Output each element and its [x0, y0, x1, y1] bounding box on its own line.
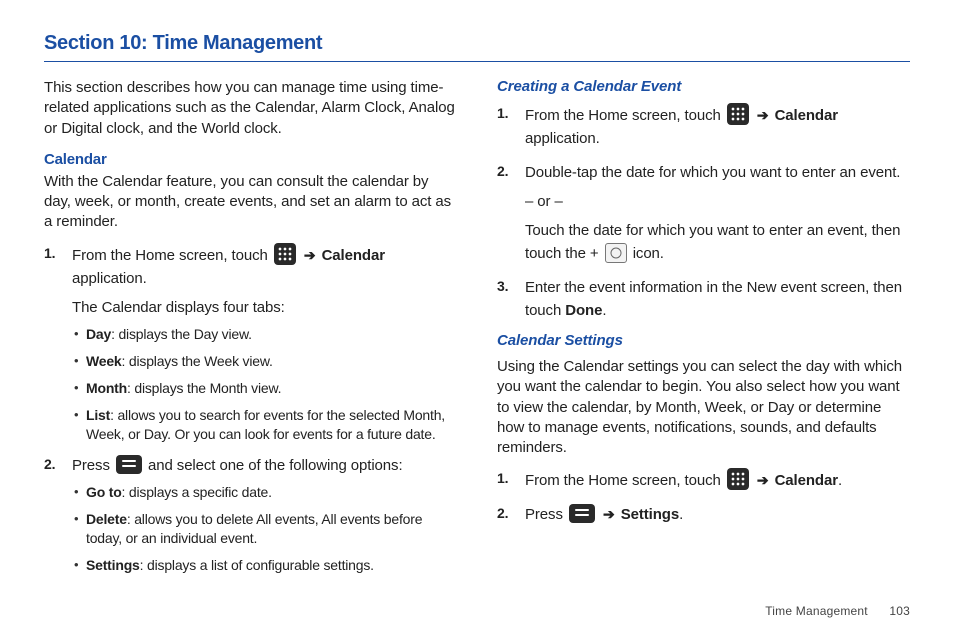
arrow-icon: ➔: [304, 245, 316, 267]
bullet-delete: Delete: allows you to delete All events,…: [86, 510, 457, 548]
creating-event-steps: 1. From the Home screen, touch ➔ Calenda…: [497, 103, 910, 322]
arrow-icon: ➔: [603, 504, 615, 526]
bullet-week: Week: displays the Week view.: [86, 352, 457, 371]
intro-text: This section describes how you can manag…: [44, 78, 457, 139]
apps-grid-icon: [274, 243, 296, 265]
section-title: Section 10: Time Management: [44, 32, 910, 55]
creating-event-heading: Creating a Calendar Event: [497, 78, 910, 95]
step2-pre: Press: [72, 457, 114, 474]
plus-ring-icon: [605, 243, 627, 263]
right-column: Creating a Calendar Event 1. From the Ho…: [497, 78, 910, 585]
c2-b-pre: Touch the date for which you want to ent…: [525, 222, 900, 262]
step2-post: and select one of the following options:: [148, 457, 403, 474]
calendar-settings-intro: Using the Calendar settings you can sele…: [497, 357, 910, 458]
create-step-2: 2. Double-tap the date for which you wan…: [525, 161, 910, 266]
create-step-3: 3. Enter the event information in the Ne…: [525, 276, 910, 323]
apps-grid-icon: [727, 468, 749, 490]
arrow-icon: ➔: [757, 105, 769, 127]
s1-post: .: [838, 472, 842, 489]
option-bullets: Go to: displays a specific date. Delete:…: [72, 483, 457, 575]
bullet-month: Month: displays the Month view.: [86, 379, 457, 398]
c1-pre: From the Home screen, touch: [525, 107, 725, 124]
bullet-day: Day: displays the Day view.: [86, 325, 457, 344]
c3-post: .: [602, 302, 606, 319]
two-column-layout: This section describes how you can manag…: [44, 78, 910, 585]
apps-grid-icon: [727, 103, 749, 125]
s2-pre: Press: [525, 506, 567, 523]
menu-icon: [569, 504, 595, 523]
bullet-settings: Settings: displays a list of configurabl…: [86, 556, 457, 575]
c2-a: Double-tap the date for which you want t…: [525, 164, 900, 181]
bullet-list: List: allows you to search for events fo…: [86, 406, 457, 444]
left-column: This section describes how you can manag…: [44, 78, 457, 585]
c2-b-post: icon.: [633, 245, 664, 262]
section-rule: [44, 61, 910, 62]
settings-step-2: 2. Press ➔ Settings.: [525, 503, 910, 526]
calendar-word: Calendar: [775, 472, 838, 489]
menu-icon: [116, 455, 142, 474]
calendar-settings-heading: Calendar Settings: [497, 332, 910, 349]
arrow-icon: ➔: [757, 470, 769, 492]
step1-pre: From the Home screen, touch: [72, 247, 272, 264]
create-step-1: 1. From the Home screen, touch ➔ Calenda…: [525, 103, 910, 151]
footer-label: Time Management: [765, 604, 868, 618]
c1-post: application.: [525, 130, 600, 147]
calendar-heading: Calendar: [44, 151, 457, 168]
page-number: 103: [889, 604, 910, 618]
calendar-word: Calendar: [322, 247, 385, 264]
calendar-word: Calendar: [775, 107, 838, 124]
tab-bullets: Day: displays the Day view. Week: displa…: [72, 325, 457, 443]
calendar-step-2: 2. Press and select one of the following…: [72, 454, 457, 575]
s2-post: .: [679, 506, 683, 523]
calendar-settings-steps: 1. From the Home screen, touch ➔ Calenda…: [497, 468, 910, 526]
done-word: Done: [565, 302, 602, 319]
settings-step-1: 1. From the Home screen, touch ➔ Calenda…: [525, 468, 910, 492]
bullet-goto: Go to: displays a specific date.: [86, 483, 457, 502]
or-divider: – or –: [525, 190, 910, 213]
step1-post: application.: [72, 270, 147, 287]
calendar-intro: With the Calendar feature, you can consu…: [44, 172, 457, 233]
calendar-steps: 1. From the Home screen, touch ➔ Calenda…: [44, 243, 457, 575]
step1-line2: The Calendar displays four tabs:: [72, 296, 457, 319]
page-footer: Time Management 103: [765, 604, 910, 618]
settings-word: Settings: [621, 506, 679, 523]
calendar-step-1: 1. From the Home screen, touch ➔ Calenda…: [72, 243, 457, 444]
s1-pre: From the Home screen, touch: [525, 472, 725, 489]
